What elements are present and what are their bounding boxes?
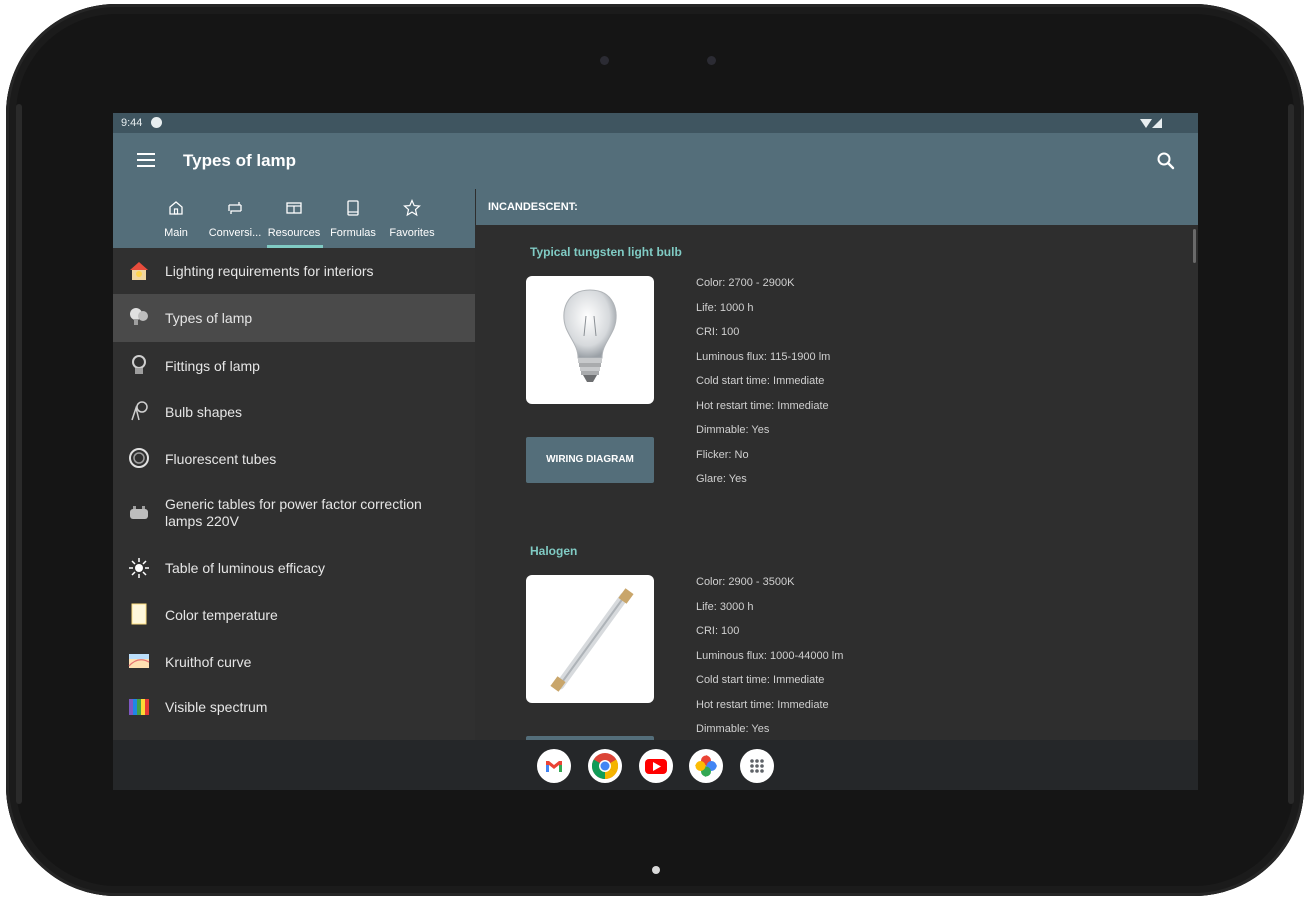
list-item-lighting-requirements[interactable]: Lighting requirements for interiors — [113, 248, 475, 294]
lamp-property: Color: 2700 - 2900K — [696, 277, 795, 289]
tab-bar: Main Conversi... Resources Formulas Favo… — [113, 189, 475, 248]
list-item-types-of-lamp[interactable]: Types of lamp — [113, 294, 475, 342]
tab-main[interactable]: Main — [146, 189, 206, 248]
list-item-label: Fittings of lamp — [165, 358, 260, 374]
star-icon — [403, 199, 421, 217]
bulbs-icon — [130, 308, 148, 325]
content-panel: INCANDESCENT: Typical tungsten light bul… — [476, 189, 1198, 740]
lamp-title: Typical tungsten light bulb — [530, 245, 682, 259]
list-item-label: Generic tables for power factor correcti… — [165, 496, 422, 529]
section-header: INCANDESCENT: — [476, 189, 1198, 225]
tab-label: Favorites — [389, 227, 435, 239]
lamp-properties: Color: 2700 - 2900K Life: 1000 h CRI: 10… — [696, 277, 1016, 498]
lamp-property: Hot restart time: Immediate — [696, 698, 829, 711]
list-item-power-factor-tables[interactable]: Generic tables for power factor correcti… — [113, 481, 475, 545]
resource-list: Lighting requirements for interiors Type… — [113, 248, 475, 730]
camera-icon — [600, 56, 609, 65]
resources-icon — [286, 202, 302, 214]
list-item-luminous-efficacy[interactable]: Table of luminous efficacy — [113, 545, 475, 591]
app-bar: Types of lamp — [113, 133, 1198, 189]
sensor-icon — [707, 56, 716, 65]
color-temperature-icon — [131, 603, 147, 625]
taskbar — [113, 740, 1198, 790]
list-item-fittings-of-lamp[interactable]: Fittings of lamp — [113, 342, 475, 388]
side-button-right — [1288, 104, 1294, 804]
photos-icon[interactable] — [689, 749, 723, 783]
page-title: Types of lamp — [183, 151, 297, 170]
hamburger-menu-icon[interactable] — [137, 153, 155, 167]
wifi-icon — [1140, 119, 1152, 128]
list-item-label: Types of lamp — [165, 310, 253, 326]
lamp-property: Luminous flux: 1000-44000 lm — [696, 649, 844, 662]
house-lamp-icon — [130, 262, 148, 280]
fluorescent-tube-icon — [129, 448, 149, 468]
kruithof-curve-icon — [128, 654, 150, 668]
lamp-property: Color: 2900 - 3500K — [696, 576, 795, 588]
capacitor-icon — [130, 506, 148, 519]
wiring-diagram-button[interactable]: WIRING DIAGRAM — [526, 437, 654, 483]
sun-icon — [129, 558, 149, 578]
status-bar: 9:44 — [113, 113, 1198, 133]
gmail-icon[interactable] — [537, 749, 571, 783]
list-item-label: Fluorescent tubes — [165, 451, 277, 467]
lamp-property: Dimmable: Yes — [696, 424, 770, 436]
lamp-property: Life: 3000 h — [696, 600, 754, 613]
list-item-fluorescent-tubes[interactable]: Fluorescent tubes — [113, 435, 475, 481]
signal-icon — [1152, 118, 1162, 128]
navigation-panel: Main Conversi... Resources Formulas Favo… — [113, 189, 475, 740]
lamp-fitting-icon — [132, 355, 146, 374]
tab-formulas[interactable]: Formulas — [323, 189, 383, 248]
list-item-label: Visible spectrum — [165, 699, 268, 715]
lamp-property: Dimmable: Yes — [696, 723, 770, 735]
list-item-label: Kruithof curve — [165, 654, 252, 670]
home-indicator — [652, 866, 660, 874]
chrome-icon[interactable] — [588, 749, 622, 783]
home-icon — [169, 201, 183, 215]
search-icon[interactable] — [1156, 151, 1176, 171]
spectrum-icon — [129, 699, 149, 715]
side-button-left — [16, 104, 22, 804]
lamp-property: Hot restart time: Immediate — [696, 399, 829, 412]
tab-resources[interactable]: Resources — [264, 189, 324, 248]
lamp-property: Luminous flux: 115-1900 lm — [696, 350, 831, 363]
lamp-property: Life: 1000 h — [696, 301, 754, 314]
halogen-tube-image — [526, 575, 654, 703]
conversion-icon — [228, 202, 242, 214]
bulb-shapes-icon — [131, 401, 148, 421]
book-icon — [347, 200, 359, 216]
lamp-property: Glare: Yes — [696, 473, 747, 485]
app-drawer-icon[interactable] — [740, 749, 774, 783]
notification-icon — [151, 117, 162, 128]
lamp-property: CRI: 100 — [696, 625, 740, 637]
list-item-label: Color temperature — [165, 607, 278, 623]
bulb-illustration — [563, 289, 617, 382]
lamp-property: CRI: 100 — [696, 326, 740, 338]
status-time: 9:44 — [121, 117, 143, 129]
youtube-icon[interactable] — [639, 749, 673, 783]
list-item-visible-spectrum[interactable]: Visible spectrum — [113, 684, 475, 730]
list-item-label: Bulb shapes — [165, 404, 243, 420]
screen: 9:44 Types of lamp Main Conversi... Reso… — [113, 113, 1198, 790]
lamp-properties: Color: 2900 - 3500K Life: 3000 h CRI: 10… — [696, 576, 1016, 740]
tab-favorites[interactable]: Favorites — [382, 189, 442, 248]
list-item-label: Lighting requirements for interiors — [165, 263, 374, 279]
list-item-bulb-shapes[interactable]: Bulb shapes — [113, 388, 475, 435]
list-item-label: Table of luminous efficacy — [165, 560, 326, 576]
scrollbar[interactable] — [1193, 229, 1196, 263]
list-item-color-temperature[interactable]: Color temperature — [113, 591, 475, 638]
lamp-property: Cold start time: Immediate — [696, 674, 825, 686]
lamp-property: Flicker: No — [696, 448, 749, 461]
lamp-title: Halogen — [530, 544, 578, 558]
halogen-illustration — [550, 588, 634, 692]
list-item-kruithof-curve[interactable]: Kruithof curve — [113, 638, 475, 684]
lamp-property: Cold start time: Immediate — [696, 375, 825, 387]
incandescent-bulb-image — [526, 276, 654, 404]
tab-conversions[interactable]: Conversi... — [205, 189, 265, 248]
